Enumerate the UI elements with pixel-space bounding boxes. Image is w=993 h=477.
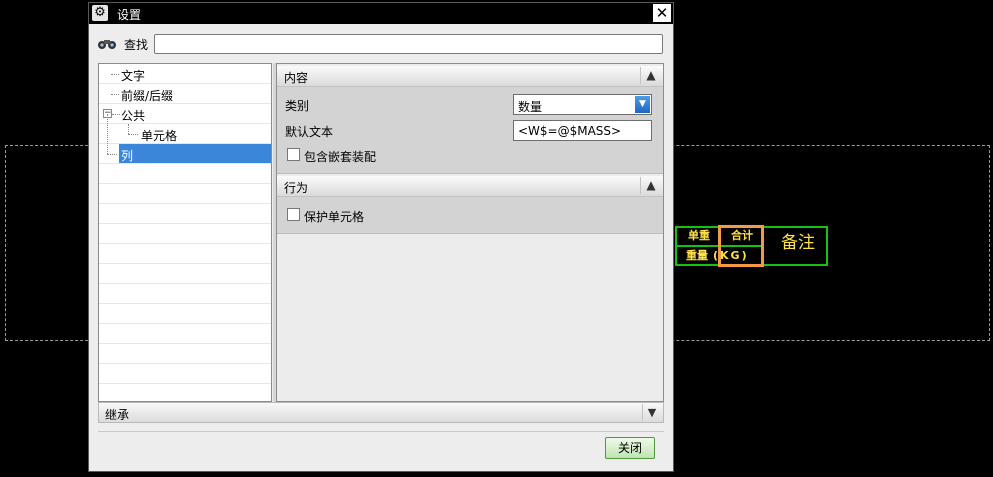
tree-empty-row bbox=[99, 284, 271, 304]
behavior-section-header[interactable]: 行为 ▲ bbox=[277, 176, 663, 197]
tree-empty-row bbox=[99, 264, 271, 284]
tree-item-common[interactable]: − 公共 bbox=[99, 104, 271, 124]
tree-empty-row bbox=[99, 204, 271, 224]
tree-item-label: 列 bbox=[121, 149, 134, 163]
tree-empty-row bbox=[99, 324, 271, 344]
include-nested-checkbox[interactable] bbox=[287, 148, 300, 161]
cell-remark: 备注 bbox=[781, 233, 815, 253]
cell-unit-weight: 单重 bbox=[688, 229, 710, 242]
include-nested-label: 包含嵌套装配 bbox=[304, 150, 377, 164]
close-icon[interactable]: ✕ bbox=[653, 4, 671, 22]
content-section-body: 类别 数量 ▼ 默认文本 <W$=@$MASS> 包含嵌套装配 bbox=[277, 87, 663, 174]
behavior-section-title: 行为 bbox=[284, 181, 309, 195]
protect-cell-checkbox[interactable] bbox=[287, 208, 300, 221]
tree-empty-row bbox=[99, 184, 271, 204]
close-button[interactable]: 关闭 bbox=[605, 437, 655, 459]
default-text-field[interactable]: <W$=@$MASS> bbox=[513, 120, 652, 141]
title-bar[interactable]: ⚙ 设置 ✕ bbox=[89, 3, 673, 24]
chevron-down-icon[interactable]: ▼ bbox=[635, 96, 650, 113]
dialog-title: 设置 bbox=[117, 8, 142, 22]
gear-icon: ⚙ bbox=[92, 5, 108, 21]
tree-item-prefix-suffix[interactable]: 前缀/后缀 bbox=[99, 84, 271, 104]
selected-column-highlight[interactable] bbox=[718, 225, 764, 267]
protect-cell-label: 保护单元格 bbox=[304, 210, 365, 224]
tree-empty-row bbox=[99, 384, 271, 401]
content-section-header[interactable]: 内容 ▲ bbox=[277, 66, 663, 87]
tree-item-label: 文字 bbox=[121, 69, 146, 83]
chevron-up-icon[interactable]: ▲ bbox=[640, 177, 661, 194]
tree-item-text[interactable]: 文字 bbox=[99, 64, 271, 84]
behavior-section-body: 保护单元格 bbox=[277, 197, 663, 234]
find-input[interactable] bbox=[154, 34, 663, 54]
tree-empty-row bbox=[99, 244, 271, 264]
category-select[interactable]: 数量 ▼ bbox=[513, 94, 652, 115]
tree-item-cell[interactable]: 单元格 bbox=[99, 124, 271, 144]
find-label: 查找 bbox=[124, 38, 149, 52]
inherit-section-title: 继承 bbox=[105, 408, 130, 422]
content-section-title: 内容 bbox=[284, 71, 309, 85]
tree-item-column[interactable]: 列 bbox=[99, 114, 271, 164]
properties-panel: 内容 ▲ 类别 数量 ▼ 默认文本 <W$=@$MASS> 包含嵌套装配 行为 … bbox=[276, 63, 664, 402]
settings-tree: 文字 前缀/后缀 − 公共 单元格 列 bbox=[98, 63, 272, 402]
tree-empty-row bbox=[99, 344, 271, 364]
tree-empty-row bbox=[99, 304, 271, 324]
default-text-value: <W$=@$MASS> bbox=[518, 124, 622, 138]
tree-empty-row bbox=[99, 364, 271, 384]
inherit-section-header[interactable]: 继承 ▼ bbox=[98, 402, 664, 423]
settings-dialog: ⚙ 设置 ✕ 查找 文字 前缀/后缀 − 公共 单元格 列 内容 ▲ 类别 数量… bbox=[88, 2, 674, 472]
cell-weight: 重量 bbox=[686, 249, 708, 262]
tree-item-label: 前缀/后缀 bbox=[121, 89, 174, 103]
category-label: 类别 bbox=[285, 99, 310, 113]
category-value: 数量 bbox=[518, 100, 543, 114]
tree-empty-row bbox=[99, 164, 271, 184]
binoculars-icon bbox=[98, 40, 116, 49]
chevron-up-icon[interactable]: ▲ bbox=[640, 67, 661, 84]
tree-selection-highlight bbox=[119, 144, 271, 163]
tree-empty-row bbox=[99, 224, 271, 244]
chevron-down-icon[interactable]: ▼ bbox=[642, 404, 661, 421]
default-text-label: 默认文本 bbox=[285, 125, 334, 139]
footer-divider bbox=[98, 431, 664, 432]
tree-item-label: 单元格 bbox=[141, 129, 178, 143]
tree-item-label: 公共 bbox=[121, 109, 146, 123]
